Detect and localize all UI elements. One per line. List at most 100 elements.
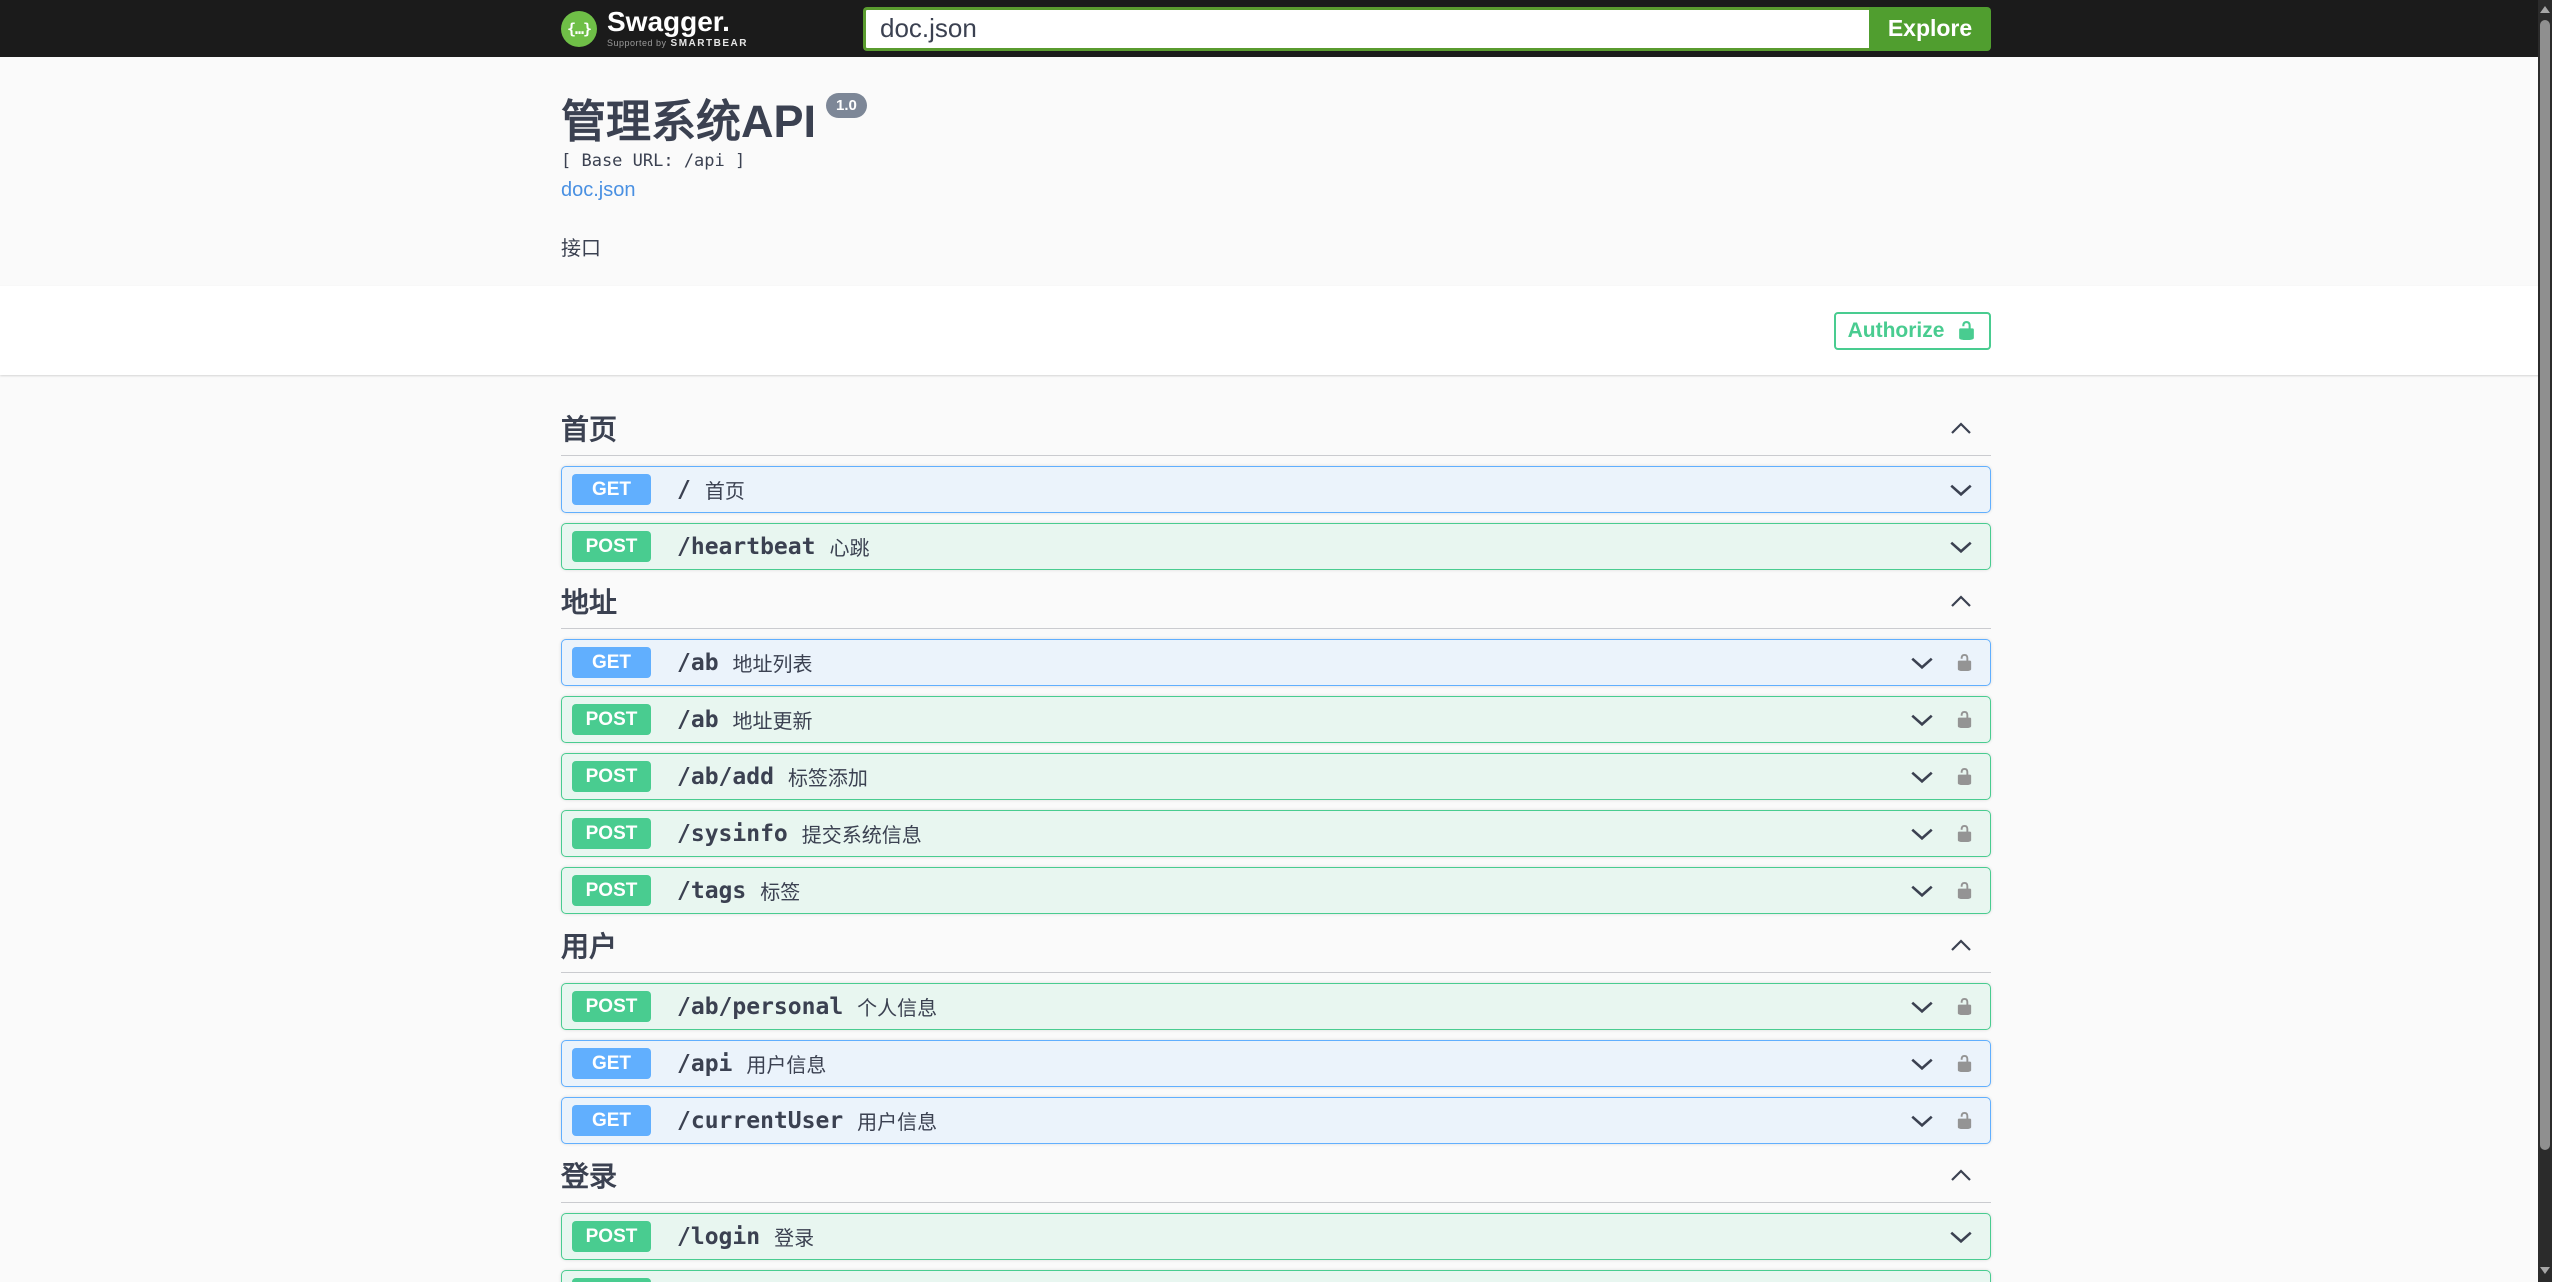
- chevron-down-icon[interactable]: [1909, 1112, 1935, 1130]
- endpoint-path: /ab/add: [677, 763, 774, 790]
- endpoint-summary: 登录: [774, 1228, 815, 1250]
- chevron-down-icon[interactable]: [1909, 711, 1935, 729]
- method-badge: POST: [572, 818, 651, 849]
- spec-url-input[interactable]: [863, 6, 1869, 51]
- endpoint-summary: 标签添加: [787, 768, 868, 790]
- api-description: 接口: [561, 238, 601, 260]
- endpoint-summary: 用户信息: [746, 1055, 827, 1077]
- smartbear-wordmark: SMARTBEAR: [670, 38, 748, 49]
- base-url: [ Base URL: /api ]: [561, 151, 746, 171]
- chevron-down-icon[interactable]: [1909, 654, 1935, 672]
- endpoint-path: /login: [677, 1223, 761, 1250]
- chevron-up-icon[interactable]: [1949, 937, 1973, 958]
- endpoint-summary: 地址更新: [732, 711, 813, 733]
- chevron-down-icon[interactable]: [1909, 825, 1935, 843]
- chevron-down-icon[interactable]: [1909, 882, 1935, 900]
- version-badge: 1.0: [826, 93, 867, 118]
- endpoint-row[interactable]: GET /currentUser 用户信息: [561, 1097, 1991, 1144]
- chevron-up-icon[interactable]: [1949, 593, 1973, 614]
- endpoint-row[interactable]: GET /ab 地址列表: [561, 639, 1991, 686]
- operation-list: GET / 首页 POST /heartbeat 心跳: [561, 466, 1991, 570]
- tag-name: 登录: [561, 1161, 618, 1192]
- unlock-icon[interactable]: [1955, 708, 1974, 731]
- unlock-icon[interactable]: [1955, 1109, 1974, 1132]
- endpoint-row[interactable]: POST /login 登录: [561, 1213, 1991, 1260]
- spec-doc-link[interactable]: doc.json: [561, 179, 636, 202]
- method-badge: POST: [572, 875, 651, 906]
- endpoint-row[interactable]: GET / 首页: [561, 466, 1991, 513]
- endpoint-row[interactable]: POST /sysinfo 提交系统信息: [561, 810, 1991, 857]
- swagger-braces-icon: {…}: [561, 10, 597, 47]
- tag-section: 登录 POST /login 登录 POST /loginCheck 登录状态: [561, 1162, 1991, 1282]
- endpoint-path: /currentUser: [677, 1107, 844, 1134]
- page-title: 管理系统API: [561, 96, 817, 147]
- method-badge: POST: [572, 991, 651, 1022]
- tag-section-header[interactable]: 登录: [561, 1162, 1991, 1203]
- endpoint-row[interactable]: POST /tags 标签: [561, 867, 1991, 914]
- endpoint-path: /ab/personal: [677, 993, 844, 1020]
- tag-name: 地址: [561, 587, 618, 618]
- method-badge: GET: [572, 647, 651, 678]
- endpoint-path: /ab: [677, 649, 719, 676]
- endpoint-row[interactable]: POST /ab/personal 个人信息: [561, 983, 1991, 1030]
- unlock-icon[interactable]: [1955, 879, 1974, 902]
- chevron-down-icon[interactable]: [1948, 538, 1974, 556]
- endpoint-summary: 个人信息: [857, 998, 938, 1020]
- method-badge: POST: [572, 1221, 651, 1252]
- endpoint-summary: 用户信息: [857, 1112, 938, 1134]
- method-badge: POST: [572, 704, 651, 735]
- unlock-icon[interactable]: [1955, 1052, 1974, 1075]
- topbar: {…} Swagger. Supported bySMARTBEAR Explo…: [0, 0, 2552, 57]
- endpoint-path: /heartbeat: [677, 533, 816, 560]
- operation-list: POST /ab/personal 个人信息 GET /api 用户信息 GET…: [561, 983, 1991, 1144]
- chevron-down-icon[interactable]: [1909, 998, 1935, 1016]
- tag-section: 用户 POST /ab/personal 个人信息 GET /api 用户信息: [561, 932, 1991, 1144]
- unlock-icon[interactable]: [1955, 651, 1974, 674]
- unlock-icon: [1959, 321, 1975, 340]
- chevron-down-icon[interactable]: [1909, 1055, 1935, 1073]
- endpoint-path: /sysinfo: [677, 820, 788, 847]
- endpoint-row[interactable]: POST /ab/add 标签添加: [561, 753, 1991, 800]
- endpoint-summary: 地址列表: [732, 654, 813, 676]
- chevron-down-icon[interactable]: [1948, 1228, 1974, 1246]
- endpoint-row[interactable]: POST /ab 地址更新: [561, 696, 1991, 743]
- operation-list: GET /ab 地址列表 POST /ab 地址更新 POST /ab/add …: [561, 639, 1991, 914]
- endpoint-summary: 心跳: [829, 538, 870, 560]
- method-badge: POST: [572, 761, 651, 792]
- endpoint-path: /: [677, 476, 691, 503]
- chevron-down-icon[interactable]: [1909, 768, 1935, 786]
- endpoint-row[interactable]: POST /heartbeat 心跳: [561, 523, 1991, 570]
- scheme-container: Authorize: [0, 286, 2552, 375]
- endpoint-row[interactable]: GET /api 用户信息: [561, 1040, 1991, 1087]
- endpoint-path: /tags: [677, 877, 747, 904]
- unlock-icon[interactable]: [1955, 765, 1974, 788]
- method-badge: POST: [572, 1278, 651, 1282]
- scroll-up-arrow-icon[interactable]: [2540, 6, 2550, 13]
- authorize-label: Authorize: [1847, 318, 1945, 342]
- chevron-up-icon[interactable]: [1949, 420, 1973, 441]
- scrollbar-thumb[interactable]: [2540, 20, 2550, 1150]
- unlock-icon[interactable]: [1955, 822, 1974, 845]
- scroll-down-arrow-icon[interactable]: [2540, 1267, 2550, 1274]
- endpoint-row[interactable]: POST /loginCheck 登录状态: [561, 1270, 1991, 1282]
- endpoint-path: /api: [677, 1050, 733, 1077]
- tag-section-header[interactable]: 地址: [561, 588, 1991, 629]
- vertical-scrollbar[interactable]: [2538, 0, 2552, 1282]
- chevron-down-icon[interactable]: [1948, 481, 1974, 499]
- operation-list: POST /login 登录 POST /loginCheck 登录状态: [561, 1213, 1991, 1282]
- method-badge: GET: [572, 1105, 651, 1136]
- swagger-logo[interactable]: {…} Swagger. Supported by SMARTBEAR: [561, 8, 748, 49]
- tag-section: 地址 GET /ab 地址列表 POST /ab 地址更新 POST /ab/a…: [561, 588, 1991, 914]
- unlock-icon[interactable]: [1955, 995, 1974, 1018]
- method-badge: POST: [572, 531, 651, 562]
- tag-name: 用户: [561, 931, 618, 962]
- supported-by-line: Supported by SMARTBEAR: [607, 38, 748, 49]
- endpoint-summary: 首页: [704, 481, 745, 503]
- explore-form: Explore: [863, 6, 1991, 51]
- brand-name: Swagger.: [607, 6, 730, 37]
- authorize-button[interactable]: Authorize: [1834, 311, 1991, 350]
- explore-button[interactable]: Explore: [1869, 6, 1991, 51]
- tag-section-header[interactable]: 首页: [561, 415, 1991, 456]
- chevron-up-icon[interactable]: [1949, 1167, 1973, 1188]
- tag-section-header[interactable]: 用户: [561, 932, 1991, 973]
